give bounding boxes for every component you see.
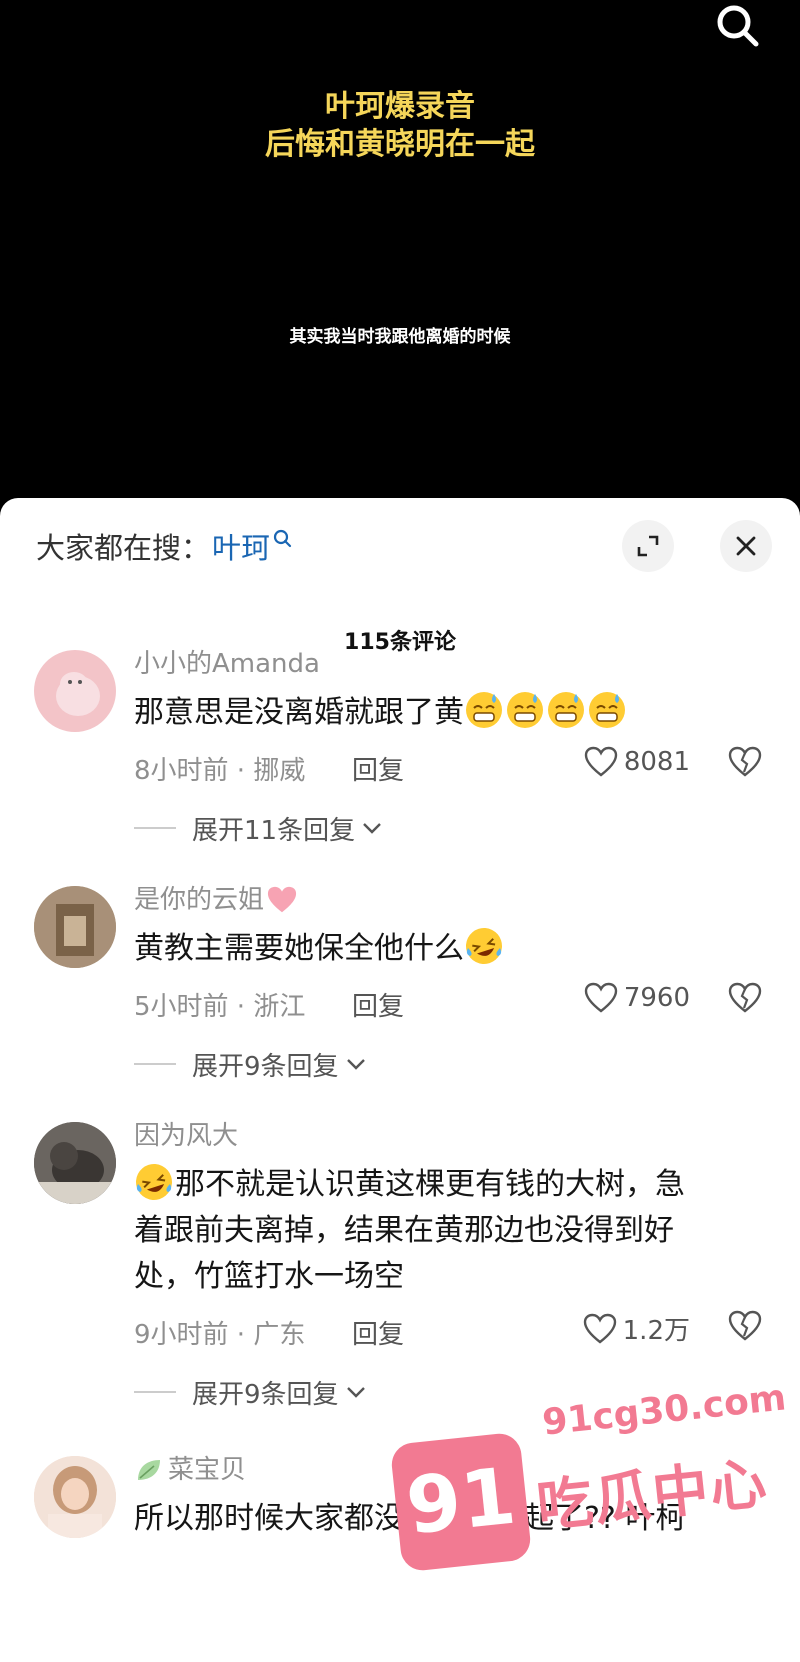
comment-text: 那不就是认识黄这棵更有钱的大树，急 着跟前夫离掉，结果在黄那边也没得到好 处，竹… [134,1162,764,1300]
search-small-icon [273,529,292,548]
chevron-down-icon [346,1387,365,1398]
like-button[interactable]: 1.2万 [583,1310,690,1347]
video-player[interactable]: 叶珂爆录音 后悔和黄晓明在一起 其实我当时我跟他离婚的时候 [0,0,800,500]
chevron-down-icon [363,823,381,834]
comment-text-content: 黄教主需要她保全他什么 [134,931,464,966]
comment-text: 那意思是没离婚就跟了黄 [134,690,764,736]
reply-button[interactable]: 回复 [352,986,404,1023]
heart-outline-icon [584,982,618,1013]
comment-text-line: 处，竹篮打水一场空 [134,1259,404,1294]
like-count: 1.2万 [622,1316,690,1346]
divider-line [134,1063,176,1065]
laughing-tears-emoji [466,928,502,964]
grimacing-sweat-emoji [466,692,502,728]
trending-search[interactable]: 大家都在搜： 叶珂 [36,526,294,566]
like-button[interactable]: 8081 [584,746,690,778]
video-subtitle: 其实我当时我跟他离婚的时候 [289,327,511,347]
broken-heart-icon[interactable] [728,746,762,778]
expand-replies-button[interactable]: 展开11条回复 [134,808,764,848]
broken-heart-icon[interactable] [728,982,762,1014]
comment-text-line: 着跟前夫离掉，结果在黄那边也没得到好 [134,1213,674,1248]
close-icon [736,536,756,556]
comment-meta: 8小时前 · 挪威 回复 8081 [134,746,764,786]
expand-replies-label: 展开11条回复 [192,815,356,846]
avatar[interactable] [34,1456,116,1538]
avatar-image [34,1456,116,1538]
expand-replies-button[interactable]: 展开9条回复 [134,1044,764,1084]
video-title-line2: 后悔和黄晓明在一起 [265,127,535,162]
avatar-image [34,886,116,968]
comment-meta: 9小时前 · 广东 回复 1.2万 [134,1310,764,1350]
search-icon[interactable] [712,2,764,54]
laughing-tears-emoji [136,1164,172,1200]
reply-button[interactable]: 回复 [352,1314,404,1351]
trending-search-prefix: 大家都在搜： [36,531,211,565]
like-button[interactable]: 7960 [584,982,690,1014]
trending-search-keyword[interactable]: 叶珂 [212,525,270,567]
comment-username[interactable]: 小小的Amanda [134,646,764,682]
comment-text: 黄教主需要她保全他什么 [134,926,764,972]
avatar[interactable] [34,650,116,732]
comment-text-content: 那不就是认识黄这棵更有钱的大树，急 [175,1167,685,1202]
heart-outline-icon [584,746,618,777]
comment-username-text: 菜宝贝 [168,1455,247,1485]
avatar-image [56,672,100,716]
expand-replies-label: 展开9条回复 [192,1379,339,1410]
comment-time-location: 8小时前 · 挪威 [134,756,306,786]
expand-icon [637,535,659,557]
chevron-down-icon [346,1059,365,1070]
watermark: 91cg30.com 91 吃瓜中心 [389,1377,796,1590]
grimacing-sweat-emoji [507,692,543,728]
pink-heart-icon [267,886,297,913]
comment-time-location: 9小时前 · 广东 [134,1320,306,1350]
reply-button[interactable]: 回复 [352,750,404,787]
watermark-text: 吃瓜中心 [533,1451,772,1540]
comment-time-location: 5小时前 · 浙江 [134,992,306,1022]
leaf-icon [138,1460,160,1480]
broken-heart-icon[interactable] [728,1310,762,1342]
video-title-line1: 叶珂爆录音 [325,89,475,124]
divider-line [134,827,176,829]
comment-username-text: 是你的云姐 [134,885,265,915]
expand-button[interactable] [622,520,674,572]
heart-outline-icon [583,1313,616,1344]
expand-replies-label: 展开9条回复 [192,1051,339,1082]
comment-meta: 5小时前 · 浙江 回复 7960 [134,982,764,1022]
avatar[interactable] [34,886,116,968]
comment-text-line: 那不就是认识黄这棵更有钱的大树，急 [134,1162,764,1208]
grimacing-sweat-emoji [548,692,584,728]
comment-username[interactable]: 是你的云姐 [134,882,764,918]
avatar[interactable] [34,1122,116,1204]
grimacing-sweat-emoji [589,692,625,728]
comment-username[interactable]: 因为风大 [134,1118,764,1154]
comment-text-content: 那意思是没离婚就跟了黄 [134,695,464,730]
watermark-badge: 91 [389,1431,533,1573]
close-button[interactable] [720,520,772,572]
avatar-image [34,1122,116,1204]
like-count: 7960 [623,983,690,1013]
divider-line [134,1391,176,1393]
like-count: 8081 [623,747,690,777]
video-title: 叶珂爆录音 后悔和黄晓明在一起 [0,88,800,164]
